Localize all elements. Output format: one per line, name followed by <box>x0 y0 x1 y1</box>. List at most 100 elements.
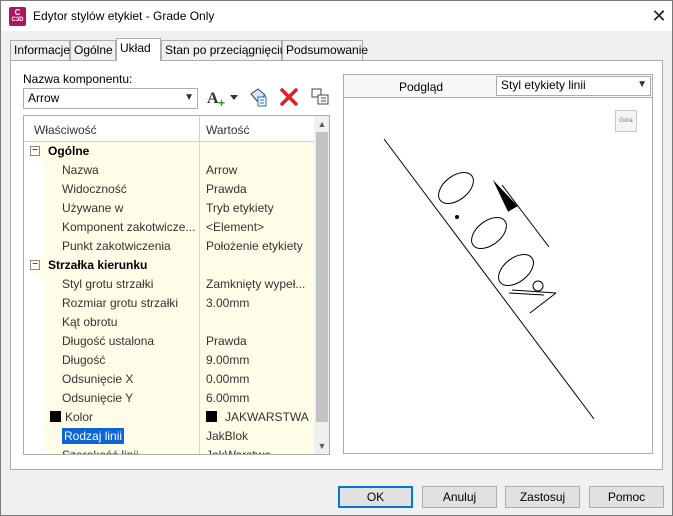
property-value[interactable]: Arrow <box>199 161 314 180</box>
property-name: Używane w <box>44 199 199 218</box>
preview-panel: Podgląd Styl etykiety linii ▼ Góra <box>343 74 653 454</box>
preview-canvas <box>383 138 595 420</box>
property-row[interactable]: Punkt zakotwiczenia Położenie etykiety <box>24 237 314 256</box>
property-row[interactable]: Odsunięcie X 0.00mm <box>24 370 314 389</box>
help-button[interactable]: Pomoc <box>589 486 664 508</box>
property-name: Komponent zakotwicze... <box>44 218 199 237</box>
property-value[interactable]: Zamknięty wypeł... <box>199 275 314 294</box>
property-value <box>199 142 314 161</box>
scroll-up-icon[interactable]: ▲ <box>314 116 329 132</box>
property-value[interactable]: JakBlok <box>199 427 314 446</box>
property-row[interactable]: Odsunięcie Y 6.00mm <box>24 389 314 408</box>
property-row[interactable]: Długość ustalona Prawda <box>24 332 314 351</box>
svg-text:+: + <box>218 96 225 108</box>
color-swatch-icon <box>206 411 217 422</box>
window-title: Edytor stylów etykiet - Grade Only <box>33 9 215 23</box>
property-grid: Właściwość Wartość − Ogólne Nazwa Arrow Wido… <box>23 115 330 455</box>
property-name: Odsunięcie Y <box>44 389 199 408</box>
cancel-button[interactable]: Anuluj <box>422 486 497 508</box>
property-name: Odsunięcie X <box>44 370 199 389</box>
property-name: Kolor <box>46 408 201 427</box>
property-row[interactable]: Komponent zakotwicze... <Element> <box>24 218 314 237</box>
property-name: Ogólne <box>34 142 199 161</box>
property-name: Długość <box>44 351 199 370</box>
property-row[interactable]: Rozmiar grotu strzałki 3.00mm <box>24 294 314 313</box>
property-name: Rodzaj linii <box>44 427 199 446</box>
draw-order-button[interactable] <box>308 86 332 108</box>
property-row[interactable]: Używane w Tryb etykiety <box>24 199 314 218</box>
property-row[interactable]: Rodzaj linii JakBlok <box>24 427 314 446</box>
column-header-value: Wartość <box>206 123 250 137</box>
preview-label-text <box>438 171 557 314</box>
property-row[interactable]: Styl grotu strzałki Zamknięty wypeł... <box>24 275 314 294</box>
column-header-property: Właściwość <box>34 123 97 137</box>
property-name: Strzałka kierunku <box>34 256 199 275</box>
chevron-down-icon: ▼ <box>184 92 194 103</box>
property-row[interactable]: Nazwa Arrow <box>24 161 314 180</box>
delete-component-button[interactable] <box>277 86 301 108</box>
tab-ogolne[interactable]: Ogólne <box>70 40 116 60</box>
property-value[interactable] <box>199 313 314 332</box>
property-value[interactable]: Tryb etykiety <box>199 199 314 218</box>
ok-button[interactable]: OK <box>338 486 413 508</box>
property-row[interactable]: Widoczność Prawda <box>24 180 314 199</box>
color-swatch-icon <box>50 411 61 422</box>
property-name: Szerokość linii <box>44 446 199 454</box>
property-name: Punkt zakotwiczenia <box>44 237 199 256</box>
preview-style-value: Styl etykiety linii <box>501 78 586 92</box>
property-rows: − Ogólne Nazwa Arrow Widoczność Prawda Używane… <box>24 142 314 454</box>
property-value[interactable]: 3.00mm <box>199 294 314 313</box>
scroll-down-icon[interactable]: ▼ <box>314 438 329 454</box>
property-value[interactable]: JAKWARSTWA <box>199 408 314 427</box>
property-grid-scrollbar[interactable]: ▲ ▼ <box>314 116 329 454</box>
property-name: Długość ustalona <box>44 332 199 351</box>
component-name-value: Arrow <box>28 91 60 105</box>
property-row[interactable]: Długość 9.00mm <box>24 351 314 370</box>
tab-informacje[interactable]: Informacje <box>10 40 70 60</box>
tab-stan-po-przeciagnieciu[interactable]: Stan po przeciągnięciu <box>161 40 286 60</box>
preview-arrow-head <box>492 179 518 212</box>
collapse-icon[interactable]: − <box>30 260 40 270</box>
label-style-editor-window: C C3D Edytor stylów etykiet - Grade Only… <box>0 0 673 516</box>
copy-component-button[interactable] <box>246 86 270 108</box>
add-text-component-icon: A + <box>207 90 238 108</box>
property-value[interactable]: Prawda <box>199 332 314 351</box>
preview-label: Podgląd <box>399 80 444 94</box>
property-row[interactable]: Kąt obrotu <box>24 313 314 332</box>
collapse-icon[interactable]: − <box>30 146 40 156</box>
preview-arrow-shaft <box>501 184 550 248</box>
property-value[interactable]: 6.00mm <box>199 389 314 408</box>
property-row[interactable]: Szerokość linii JakWarstwa <box>24 446 314 454</box>
apply-button[interactable]: Zastosuj <box>505 486 580 508</box>
property-grid-header: Właściwość Wartość <box>24 116 314 142</box>
property-name: Styl grotu strzałki <box>44 275 199 294</box>
copy-component-icon <box>250 88 267 107</box>
property-name: Widoczność <box>44 180 199 199</box>
property-value[interactable]: 0.00mm <box>199 370 314 389</box>
property-value <box>199 256 314 275</box>
scroll-thumb[interactable] <box>316 132 328 422</box>
property-name: Rozmiar grotu strzałki <box>44 294 199 313</box>
delete-x-icon <box>280 88 298 106</box>
property-row[interactable]: Kolor JAKWARSTWA <box>24 408 314 427</box>
property-name: Kąt obrotu <box>44 313 199 332</box>
component-name-combo[interactable]: Arrow ▼ <box>23 88 198 109</box>
preview-style-combo[interactable]: Styl etykiety linii ▼ <box>496 76 651 96</box>
property-category-row[interactable]: − Ogólne <box>24 142 314 161</box>
property-value[interactable]: JakWarstwa <box>199 446 314 454</box>
property-value[interactable]: Położenie etykiety <box>199 237 314 256</box>
property-value[interactable]: 9.00mm <box>199 351 314 370</box>
close-icon[interactable]: ✕ <box>645 3 673 29</box>
tab-podsumowanie[interactable]: Podsumowanie <box>282 40 368 60</box>
tab-uklad[interactable]: Układ <box>116 38 161 61</box>
property-value[interactable]: Prawda <box>199 180 314 199</box>
property-name: Nazwa <box>44 161 199 180</box>
add-component-button[interactable]: A + <box>204 86 240 108</box>
property-value[interactable]: <Element> <box>199 218 314 237</box>
title-bar: C C3D Edytor stylów etykiet - Grade Only… <box>1 1 672 31</box>
civil3d-app-icon: C C3D <box>9 7 26 26</box>
preview-line <box>383 138 595 420</box>
chevron-down-icon: ▼ <box>637 79 647 90</box>
draw-order-icon <box>311 88 329 105</box>
property-category-row[interactable]: − Strzałka kierunku <box>24 256 314 275</box>
